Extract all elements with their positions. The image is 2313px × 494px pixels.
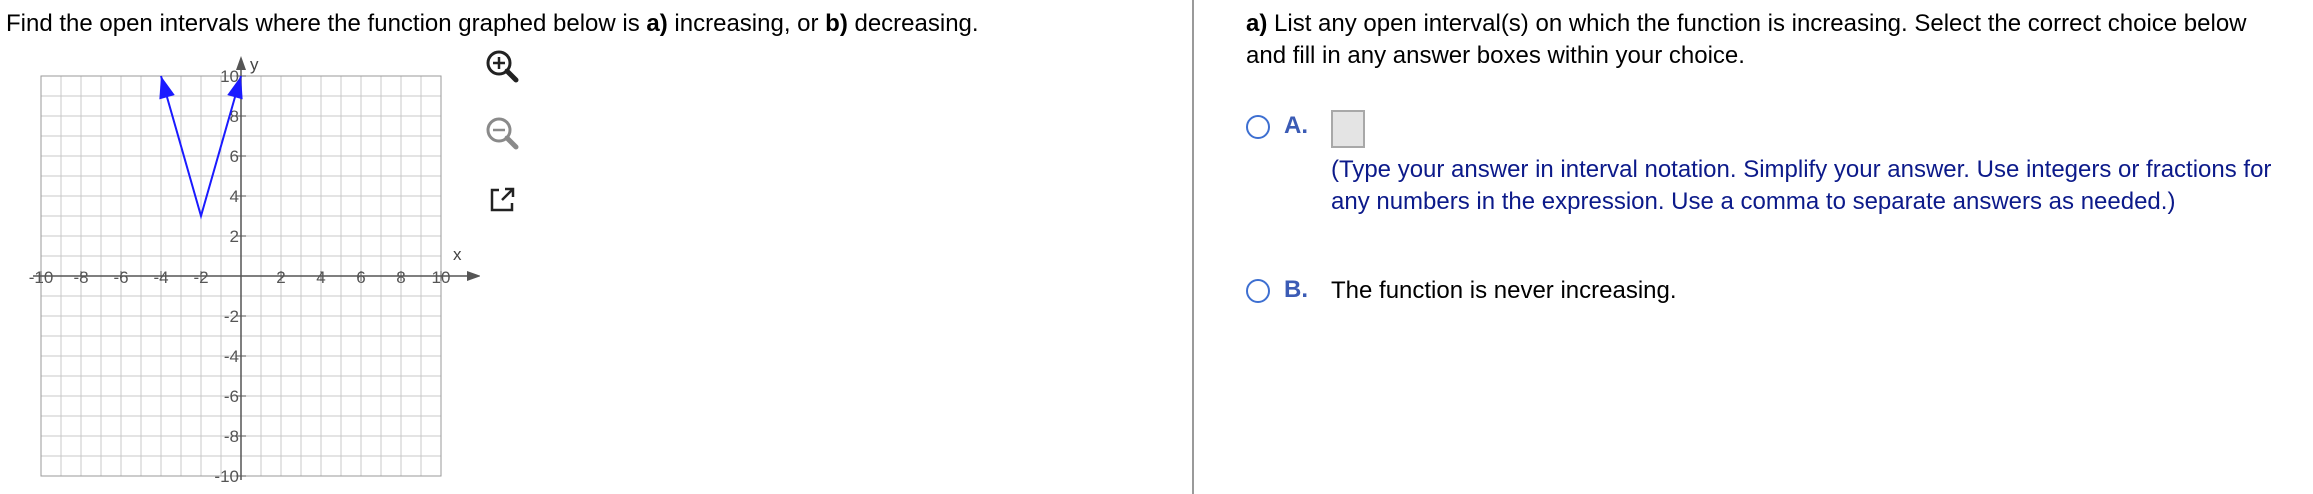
x-tick-label: 10	[432, 268, 451, 287]
choice-a-answer-box[interactable]	[1331, 110, 1365, 148]
part-a-prompt-text: List any open interval(s) on which the f…	[1246, 10, 2247, 69]
question-text: Find the open intervals where the functi…	[6, 9, 979, 39]
choice-b-radio[interactable]	[1246, 279, 1270, 303]
choice-b-text: The function is never increasing.	[1331, 277, 1677, 304]
graph-canvas: xy-10 -8 -6 -4 -2 2 4 6 8 10108642-2-4-6-8-10	[29, 55, 480, 482]
pop-out-icon	[490, 187, 515, 212]
part-a-label: a)	[1246, 10, 1268, 37]
pop-out-button[interactable]	[478, 176, 526, 224]
x-tick-label: -6	[113, 268, 128, 287]
y-tick-label: -6	[224, 387, 239, 406]
x-axis-arrow	[467, 271, 480, 281]
choice-a-letter: A.	[1284, 112, 1308, 139]
x-tick-label: 4	[316, 268, 325, 287]
zoom-out-icon	[486, 117, 519, 150]
x-tick-label: 8	[396, 268, 405, 287]
zoom-out-button[interactable]	[478, 109, 526, 157]
question-pane: Find the open intervals where the functi…	[0, 0, 1192, 494]
question-part-b-text: decreasing.	[847, 10, 979, 37]
question-part-a-text: increasing, or	[667, 10, 826, 37]
choice-a-radio[interactable]	[1246, 115, 1270, 139]
y-tick-label: 4	[230, 187, 239, 206]
y-tick-label: 6	[230, 147, 239, 166]
y-axis-label: y	[250, 55, 259, 74]
x-tick-label: 6	[356, 268, 365, 287]
choice-a-instructions: (Type your answer in interval notation. …	[1331, 156, 2272, 215]
y-tick-label: -4	[224, 347, 239, 366]
function-graph: x y -10 -8 -6 -4 -2 2 4 6 8 10 10 8 6 4 2 -2 -4 -6 -8 -10	[0, 42, 480, 482]
zoom-in-icon	[486, 50, 519, 83]
y-tick-label: -10	[214, 467, 239, 482]
choice-b-letter: B.	[1284, 276, 1308, 303]
question-part-b-label: b)	[825, 10, 848, 37]
x-axis-label: x	[453, 245, 462, 264]
question-part-a-label: a)	[646, 10, 668, 37]
zoom-in-button[interactable]	[478, 42, 526, 90]
part-a-prompt: a) List any open interval(s) on which th…	[1246, 8, 2286, 72]
x-tick-label: -4	[153, 268, 168, 287]
answer-pane: a) List any open interval(s) on which th…	[1194, 0, 2313, 494]
y-tick-label: -8	[224, 427, 239, 446]
x-tick-label: -8	[73, 268, 88, 287]
x-tick-label: -2	[193, 268, 208, 287]
x-tick-label: 2	[276, 268, 285, 287]
y-tick-label: -2	[224, 307, 239, 326]
question-pre: Find the open intervals where the functi…	[6, 10, 647, 37]
y-tick-label: 2	[230, 227, 239, 246]
x-tick-label: -10	[29, 268, 54, 287]
